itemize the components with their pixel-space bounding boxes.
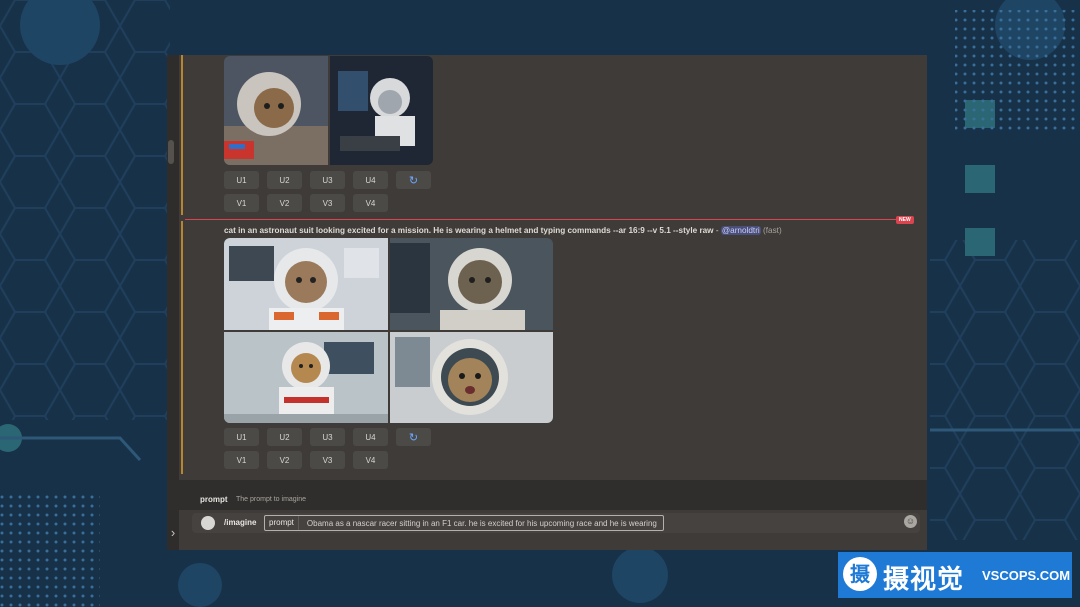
message-prompt-line: cat in an astronaut suit looking excited…: [224, 226, 782, 235]
upscale-button-2[interactable]: U2: [267, 428, 302, 446]
generated-image[interactable]: [224, 332, 388, 423]
discord-chat-window: › U1 U2 U3 U4 ↻ V1 V2 V3 V4 NEW cat in a…: [167, 55, 927, 550]
prompt-text: cat in an astronaut suit looking excited…: [224, 226, 714, 235]
refresh-icon[interactable]: ↻: [396, 171, 431, 189]
smile-icon[interactable]: ☺: [904, 515, 917, 528]
new-messages-divider: [185, 219, 897, 220]
upscale-button-row: U1 U2 U3 U4 ↻: [224, 171, 431, 189]
upscale-button-2[interactable]: U2: [267, 171, 302, 189]
slash-command: /imagine: [224, 518, 257, 527]
generated-image[interactable]: [224, 56, 328, 165]
new-badge: NEW: [896, 216, 914, 224]
prompt-input-value[interactable]: Obama as a nascar racer sitting in an F1…: [299, 519, 657, 528]
variation-button-2[interactable]: V2: [267, 194, 302, 212]
watermark-chinese-text: 摄视觉: [883, 565, 965, 595]
chevron-right-icon[interactable]: ›: [167, 525, 179, 541]
image-grid[interactable]: [224, 238, 553, 423]
upscale-button-4[interactable]: U4: [353, 171, 388, 189]
scrollbar-thumb[interactable]: [168, 140, 174, 164]
upscale-button-3[interactable]: U3: [310, 428, 345, 446]
command-hint-bar: [167, 480, 927, 510]
message-input[interactable]: /imagine prompt Obama as a nascar racer …: [192, 513, 920, 533]
upscale-button-row: U1 U2 U3 U4 ↻: [224, 428, 431, 446]
variation-button-3[interactable]: V3: [310, 451, 345, 469]
generated-image[interactable]: [390, 332, 553, 423]
generated-image[interactable]: [390, 238, 553, 330]
variation-button-4[interactable]: V4: [353, 451, 388, 469]
upscale-button-1[interactable]: U1: [224, 428, 259, 446]
watermark-logo: 摄: [843, 557, 877, 591]
bot-avatar: [201, 516, 215, 530]
hint-option-name[interactable]: prompt: [200, 495, 228, 504]
variation-button-1[interactable]: V1: [224, 451, 259, 469]
speed-label: (fast): [763, 226, 782, 235]
generated-image[interactable]: [224, 238, 388, 330]
upscale-button-3[interactable]: U3: [310, 171, 345, 189]
upscale-button-1[interactable]: U1: [224, 171, 259, 189]
message-highlight-bar: [181, 55, 183, 215]
variation-button-row: V1 V2 V3 V4: [224, 194, 388, 212]
watermark-banner: 摄 摄视觉 VSCOPS.COM: [838, 552, 1072, 598]
left-gutter: ›: [167, 55, 179, 550]
message-highlight-bar: [181, 221, 183, 474]
generated-image[interactable]: [330, 56, 433, 165]
hint-option-description: The prompt to imagine: [236, 496, 307, 503]
variation-button-2[interactable]: V2: [267, 451, 302, 469]
image-grid[interactable]: [224, 56, 433, 165]
upscale-button-4[interactable]: U4: [353, 428, 388, 446]
variation-button-3[interactable]: V3: [310, 194, 345, 212]
refresh-icon[interactable]: ↻: [396, 428, 431, 446]
variation-button-1[interactable]: V1: [224, 194, 259, 212]
prompt-parameter-box[interactable]: prompt Obama as a nascar racer sitting i…: [264, 515, 664, 531]
user-mention[interactable]: @arnoldtri: [720, 226, 761, 235]
variation-button-4[interactable]: V4: [353, 194, 388, 212]
parameter-name: prompt: [265, 516, 299, 530]
separator: -: [713, 226, 721, 235]
variation-button-row: V1 V2 V3 V4: [224, 451, 388, 469]
watermark-english-text: VSCOPS.COM: [982, 568, 1071, 583]
